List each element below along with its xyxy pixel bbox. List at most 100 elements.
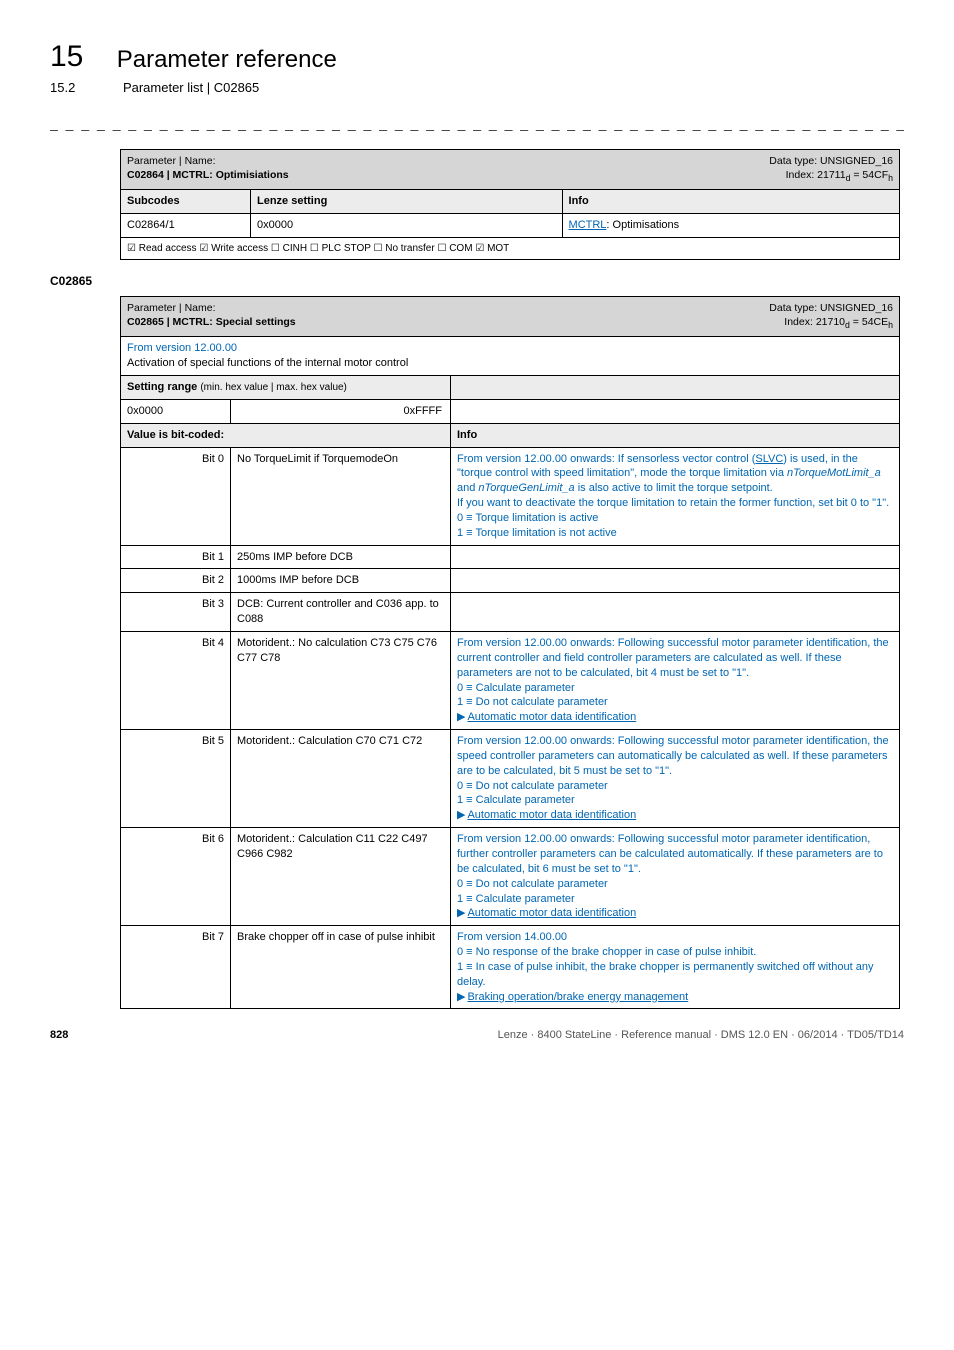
info-l1: 0 ≡ Do not calculate parameter [457, 878, 608, 890]
bit-info: From version 12.00.00 onwards: Following… [451, 828, 900, 926]
braking-link[interactable]: Braking operation/brake energy managemen… [467, 991, 688, 1003]
bit-info: From version 12.00.00 onwards: Following… [451, 730, 900, 828]
triangle-icon: ▶ [457, 808, 465, 823]
param-label: Parameter | Name: [127, 155, 216, 167]
italic-2: nTorqueGenLimit_a [478, 482, 574, 494]
info-header: Info [451, 423, 900, 447]
table-c02865: Parameter | Name: C02865 | MCTRL: Specia… [120, 296, 900, 1009]
mctrl-link[interactable]: MCTRL [569, 219, 607, 231]
bit-label: Bit 2 [121, 569, 231, 593]
info-l1: 1 ≡ In case of pulse inhibit, the brake … [457, 961, 874, 988]
sr-min: 0x0000 [121, 399, 231, 423]
bit-desc: Motorident.: Calculation C70 C71 C72 [231, 730, 451, 828]
separator-rule: _ _ _ _ _ _ _ _ _ _ _ _ _ _ _ _ _ _ _ _ … [50, 115, 904, 131]
datatype: Data type: UNSIGNED_16 [769, 155, 893, 167]
param-value: C02865 | MCTRL: Special settings [127, 316, 296, 328]
table-c02864: Parameter | Name: C02864 | MCTRL: Optimi… [120, 149, 900, 260]
info-value: MCTRL: Optimisations [562, 214, 899, 237]
access-flags: ☑ Read access ☑ Write access ☐ CINH ☐ PL… [121, 237, 900, 260]
col-subcodes: Subcodes [121, 190, 251, 214]
page-number: 828 [50, 1029, 68, 1041]
value-bitcoded: Value is bit-coded: [121, 423, 451, 447]
info-l2: 1 ≡ Calculate parameter [457, 794, 575, 806]
version-activation: From version 12.00.00 Activation of spec… [121, 337, 900, 376]
auto-motor-link[interactable]: Automatic motor data identification [467, 809, 636, 821]
bit-desc: No TorqueLimit if TorquemodeOn [231, 447, 451, 545]
bit-info: From version 12.00.00 onwards: If sensor… [451, 447, 900, 545]
param-meta: Data type: UNSIGNED_16 Index: 21711d = 5… [769, 154, 893, 185]
bit-label: Bit 6 [121, 828, 231, 926]
index-eq: = 54CE [850, 316, 888, 328]
bit-info [451, 593, 900, 632]
info-line2: If you want to deactivate the torque lim… [457, 497, 889, 509]
bit-label: Bit 1 [121, 545, 231, 569]
subsection-title: Parameter list | C02865 [123, 80, 259, 95]
info-version: From version 12.00.00 onwards: [457, 833, 615, 845]
info-t1: If sensorless vector control ( [615, 453, 756, 465]
info-l1: 0 ≡ Do not calculate parameter [457, 780, 608, 792]
empty-cell [451, 399, 900, 423]
param-label: Parameter | Name: [127, 302, 216, 314]
from-version: From version 12.00.00 [127, 342, 237, 354]
empty-cell [451, 376, 900, 400]
auto-motor-link[interactable]: Automatic motor data identification [467, 907, 636, 919]
chapter-header: 15 Parameter reference [50, 40, 904, 74]
index-sub-h: h [888, 173, 893, 183]
info-l0: 0 ≡ No response of the brake chopper in … [457, 946, 756, 958]
bit-label: Bit 7 [121, 926, 231, 1009]
info-version: From version 12.00.00 onwards: [457, 735, 615, 747]
bit-desc: 1000ms IMP before DCB [231, 569, 451, 593]
index-eq: = 54CF [850, 169, 888, 181]
info-line4: 1 ≡ Torque limitation is not active [457, 527, 617, 539]
chapter-number: 15 [50, 40, 83, 74]
bit-label: Bit 4 [121, 632, 231, 730]
param-name-cell: Parameter | Name: C02864 | MCTRL: Optimi… [121, 150, 900, 190]
subcode-details: 0x0000 MCTRL: Optimisations [251, 213, 900, 237]
auto-motor-link[interactable]: Automatic motor data identification [467, 711, 636, 723]
bit-desc: 250ms IMP before DCB [231, 545, 451, 569]
subcode-value: C02864/1 [121, 213, 251, 237]
sr-max: 0xFFFF [231, 399, 451, 423]
triangle-icon: ▶ [457, 990, 465, 1005]
index-prefix: Index: 21711 [786, 169, 846, 181]
subsection-header: 15.2 Parameter list | C02865 [50, 80, 904, 95]
info-version: From version 14.00.00 [457, 931, 567, 943]
slvc-link[interactable]: SLVC [755, 453, 783, 465]
bit-label: Bit 5 [121, 730, 231, 828]
bit-info: From version 12.00.00 onwards: Following… [451, 632, 900, 730]
bit-desc: Motorident.: No calculation C73 C75 C76 … [231, 632, 451, 730]
setting-range-label: Setting range (min. hex value | max. hex… [121, 376, 451, 400]
mid1: and [457, 482, 478, 494]
col-lenze: Lenze setting [251, 190, 562, 213]
info-l2: 1 ≡ Do not calculate parameter [457, 696, 608, 708]
bit-info: From version 14.00.00 0 ≡ No response of… [451, 926, 900, 1009]
bit-desc: Motorident.: Calculation C11 C22 C497 C9… [231, 828, 451, 926]
chapter-title: Parameter reference [117, 46, 337, 74]
triangle-icon: ▶ [457, 710, 465, 725]
param-name-cell: Parameter | Name: C02865 | MCTRL: Specia… [121, 297, 900, 337]
bit-desc: Brake chopper off in case of pulse inhib… [231, 926, 451, 1009]
bit-label: Bit 0 [121, 447, 231, 545]
lenze-setting-value: 0x0000 [251, 214, 562, 237]
subsection-number: 15.2 [50, 80, 75, 95]
info-l1: 0 ≡ Calculate parameter [457, 682, 575, 694]
param-value: C02864 | MCTRL: Optimisiations [127, 169, 289, 181]
italic-1: nTorqueMotLimit_a [787, 467, 881, 479]
bit-info [451, 569, 900, 593]
index-prefix: Index: 21710 [784, 316, 845, 328]
param-meta: Data type: UNSIGNED_16 Index: 21710d = 5… [769, 301, 893, 332]
datatype: Data type: UNSIGNED_16 [769, 302, 893, 314]
triangle-icon: ▶ [457, 906, 465, 921]
col-lenze-info: Lenze setting Info [251, 190, 900, 214]
info-line3: 0 ≡ Torque limitation is active [457, 512, 598, 524]
info-l2: 1 ≡ Calculate parameter [457, 893, 575, 905]
page-footer: 828 Lenze · 8400 StateLine · Reference m… [50, 1029, 904, 1041]
section-label-c02865: C02865 [50, 274, 904, 288]
col-info: Info [562, 190, 899, 213]
bit-label: Bit 3 [121, 593, 231, 632]
bit-desc: DCB: Current controller and C036 app. to… [231, 593, 451, 632]
info-rest: : Optimisations [606, 219, 679, 231]
info-version: From version 12.00.00 onwards: [457, 453, 615, 465]
activation-text: Activation of special functions of the i… [127, 357, 408, 369]
bit-info [451, 545, 900, 569]
